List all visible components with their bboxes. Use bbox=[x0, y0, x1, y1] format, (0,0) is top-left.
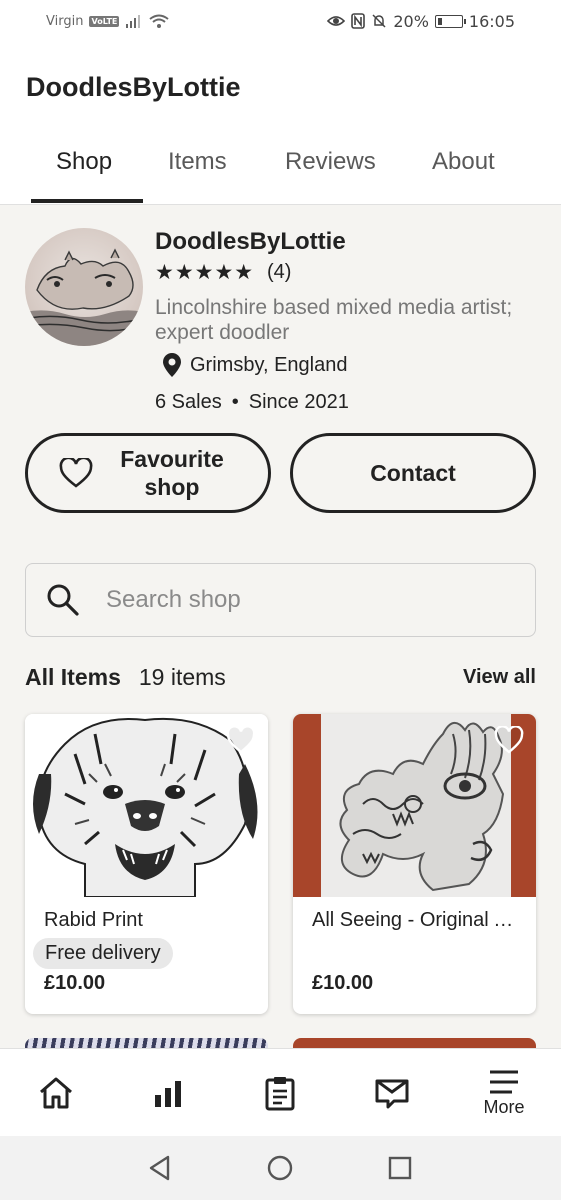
system-nav-bar bbox=[0, 1136, 561, 1200]
tab-reviews[interactable]: Reviews bbox=[285, 148, 376, 205]
tab-shop[interactable]: Shop bbox=[56, 148, 112, 205]
location: Grimsby, England bbox=[162, 352, 347, 378]
clock: 16:05 bbox=[468, 11, 515, 31]
tab-about[interactable]: About bbox=[432, 148, 495, 205]
wifi-icon bbox=[149, 14, 170, 28]
page-title: DoodlesByLottie bbox=[26, 72, 241, 102]
items-count: 19 items bbox=[138, 663, 226, 690]
nav-more[interactable]: More bbox=[464, 1049, 544, 1137]
stats-icon bbox=[155, 1081, 181, 1107]
battery-percent: 20% bbox=[393, 11, 429, 31]
heart-icon bbox=[59, 458, 93, 488]
eye-icon bbox=[327, 16, 346, 26]
listing-card[interactable]: All Seeing - Original Artwork £10.00 bbox=[293, 714, 536, 1014]
home-circle-icon[interactable] bbox=[266, 1154, 294, 1182]
nav-more-label: More bbox=[483, 1096, 525, 1117]
tab-items[interactable]: Items bbox=[168, 148, 227, 205]
separator-dot: • bbox=[231, 391, 239, 413]
orders-icon bbox=[265, 1077, 295, 1111]
rating-stars-icon: ★★★★★ bbox=[155, 261, 255, 284]
listing-title: Rabid Print bbox=[44, 909, 143, 931]
messages-icon bbox=[375, 1079, 409, 1109]
search-icon bbox=[47, 584, 79, 616]
shop-bio: Lincolnshire based mixed media artist; e… bbox=[155, 296, 513, 344]
rating-count[interactable]: (4) bbox=[267, 261, 291, 284]
free-delivery-badge: Free delivery bbox=[33, 938, 173, 969]
nav-stats[interactable] bbox=[128, 1049, 208, 1137]
favourite-shop-button[interactable]: Favourite shop bbox=[25, 433, 271, 513]
active-tab-indicator bbox=[31, 199, 143, 203]
listing-price: £10.00 bbox=[312, 972, 374, 994]
bell-off-icon bbox=[372, 14, 386, 28]
listing-title: All Seeing - Original Artwork bbox=[312, 909, 522, 931]
favourite-heart-icon[interactable] bbox=[226, 726, 256, 754]
nav-home[interactable] bbox=[16, 1049, 96, 1137]
profile-name: DoodlesByLottie bbox=[155, 228, 346, 255]
home-icon bbox=[40, 1077, 72, 1109]
battery-level bbox=[437, 17, 442, 25]
signal-icon bbox=[126, 15, 141, 28]
status-right: 20% 16:05 bbox=[327, 12, 515, 31]
items-section-header: All Items 19 items View all bbox=[25, 660, 536, 694]
sales-info: 6 Sales • Since 2021 bbox=[155, 391, 349, 414]
status-left: Virgin VoLTE bbox=[46, 13, 170, 29]
recents-icon[interactable] bbox=[386, 1154, 414, 1182]
volte-badge: VoLTE bbox=[89, 15, 120, 27]
search-box[interactable] bbox=[25, 563, 536, 637]
bottom-nav: More bbox=[0, 1048, 561, 1136]
listing-price: £10.00 bbox=[44, 972, 106, 994]
avatar bbox=[25, 228, 143, 346]
since-year: Since 2021 bbox=[248, 391, 349, 413]
listing-card[interactable]: Rabid Print Free delivery £10.00 bbox=[25, 714, 268, 1014]
battery-icon bbox=[434, 14, 466, 28]
back-icon[interactable] bbox=[146, 1154, 174, 1182]
nav-orders[interactable] bbox=[240, 1049, 320, 1137]
contact-button[interactable]: Contact bbox=[290, 433, 536, 513]
status-bar: Virgin VoLTE 20% 16:05 bbox=[0, 0, 561, 42]
carrier-name: Virgin bbox=[46, 13, 84, 29]
favourite-shop-label: Favourite shop bbox=[120, 446, 224, 500]
sales-count: 6 Sales bbox=[155, 391, 222, 413]
app-header: DoodlesByLottie Shop Items Reviews About bbox=[0, 42, 561, 205]
section-title: All Items bbox=[25, 663, 121, 690]
favourite-heart-icon[interactable] bbox=[494, 726, 524, 754]
location-text: Grimsby, England bbox=[190, 353, 348, 376]
hippo-drawing-icon bbox=[25, 248, 143, 346]
menu-icon bbox=[490, 1070, 518, 1093]
nfc-icon bbox=[351, 13, 366, 29]
view-all-link[interactable]: View all bbox=[463, 666, 536, 689]
nav-messages[interactable] bbox=[352, 1049, 432, 1137]
search-input[interactable] bbox=[106, 586, 506, 614]
map-pin-icon bbox=[163, 353, 181, 377]
